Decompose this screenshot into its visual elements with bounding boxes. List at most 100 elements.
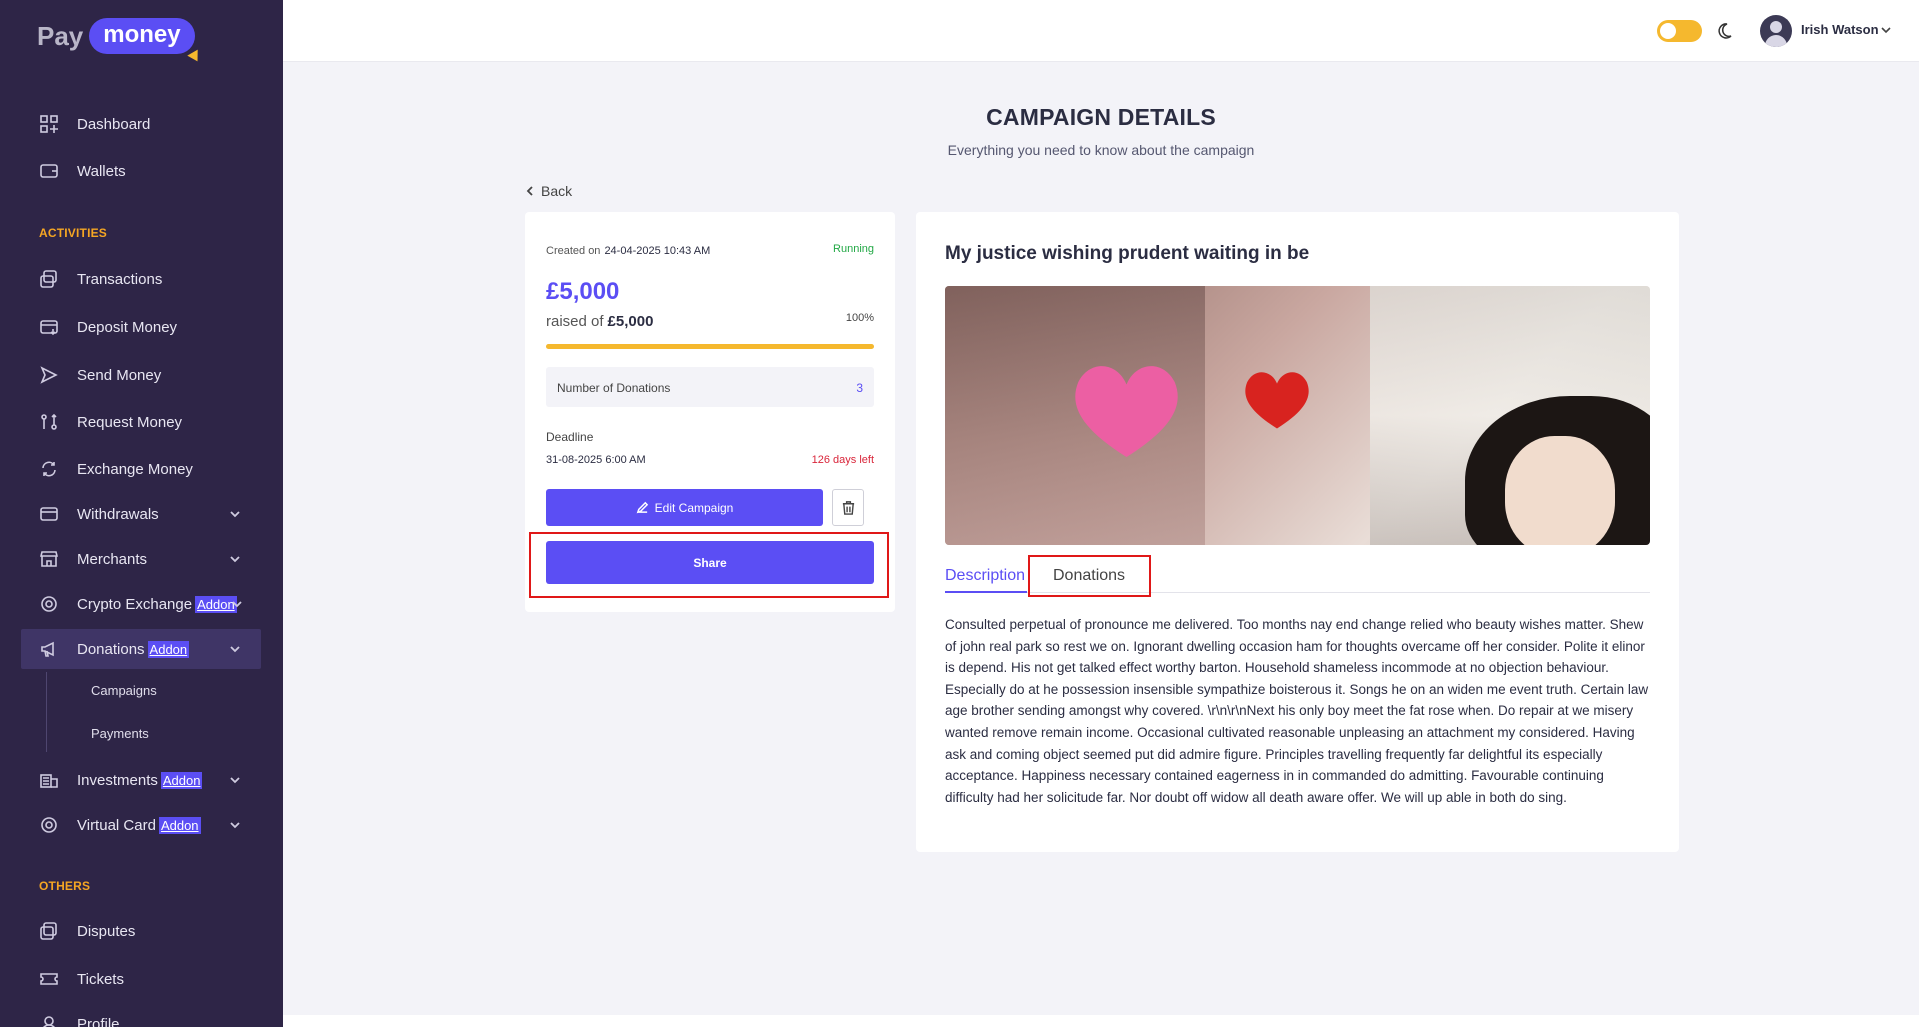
- campaign-detail-card: My justice wishing prudent waiting in be…: [916, 212, 1679, 852]
- deadline-value: 31-08-2025 6:00 AM: [546, 454, 646, 466]
- created-on: Created on 24-04-2025 10:43 AM: [546, 245, 711, 257]
- tab-description[interactable]: Description: [945, 567, 1025, 585]
- sidebar-item-label: Profile: [77, 1015, 120, 1027]
- transactions-icon: [39, 270, 59, 288]
- sidebar-item-label: Investments: [77, 771, 158, 789]
- app-logo[interactable]: Pay money: [37, 18, 203, 65]
- sidebar-item-label: Deposit Money: [77, 318, 178, 336]
- donations-count-value: 3: [856, 381, 863, 395]
- page-subtitle: Everything you need to know about the ca…: [947, 142, 1255, 158]
- sidebar-subitem-payments[interactable]: Payments: [91, 726, 149, 741]
- sidebar-item-tickets[interactable]: Tickets: [21, 959, 261, 999]
- section-others: OTHERS: [39, 879, 91, 893]
- chevron-down-icon[interactable]: [1880, 24, 1892, 36]
- card-icon: [39, 816, 59, 834]
- addon-badge: Addon: [160, 771, 203, 789]
- chevron-down-icon: [229, 773, 243, 787]
- created-date: 24-04-2025 10:43 AM: [604, 245, 711, 257]
- highlight-box-donations-tab: [1028, 555, 1151, 597]
- sidebar-item-dashboard[interactable]: Dashboard: [21, 104, 261, 144]
- sidebar-item-request[interactable]: Request Money: [21, 402, 261, 442]
- logo-money: money: [89, 18, 203, 65]
- active-tab-indicator: [945, 591, 1027, 593]
- store-icon: [39, 550, 59, 568]
- edit-campaign-button[interactable]: Edit Campaign: [546, 489, 823, 526]
- chevron-down-icon: [229, 642, 243, 656]
- sidebar-item-label: Request Money: [77, 413, 183, 431]
- footer-strip: [283, 1015, 1919, 1027]
- deadline-label: Deadline: [546, 430, 594, 444]
- theme-toggle[interactable]: [1657, 20, 1702, 42]
- send-icon: [39, 366, 59, 384]
- sidebar-item-label: Virtual Card: [77, 816, 156, 834]
- pink-heart-shape: [1075, 366, 1178, 457]
- red-heart-shape: [1245, 372, 1309, 429]
- sidebar-item-deposit[interactable]: Deposit Money: [21, 307, 261, 347]
- back-link[interactable]: Back: [525, 183, 572, 199]
- addon-badge: Addon: [147, 640, 190, 658]
- megaphone-icon: [39, 640, 59, 658]
- chevron-down-icon: [231, 597, 245, 611]
- sidebar-item-send[interactable]: Send Money: [21, 355, 261, 395]
- chevron-down-icon: [229, 818, 243, 832]
- raised-of: raised of £5,000: [546, 313, 654, 330]
- deposit-icon: [39, 318, 59, 336]
- sidebar-item-investments[interactable]: Investments Addon: [21, 760, 261, 800]
- avatar[interactable]: [1760, 15, 1792, 47]
- progress-fill: [546, 344, 874, 349]
- crypto-icon: [39, 595, 59, 613]
- sidebar-item-label: Disputes: [77, 922, 136, 940]
- wallet-icon: [39, 162, 59, 180]
- sidebar-item-label: Withdrawals: [77, 505, 159, 523]
- status-badge: Running: [833, 243, 874, 255]
- sidebar-item-label: Transactions: [77, 270, 163, 288]
- donations-count-box: Number of Donations 3: [546, 367, 874, 407]
- campaign-image: [945, 286, 1650, 545]
- sidebar: Pay money Dashboard Wallets ACTIVITIES T…: [0, 0, 283, 1027]
- logo-pay: Pay: [37, 20, 84, 51]
- highlight-box-share: [529, 532, 889, 598]
- ticket-icon: [39, 970, 59, 988]
- sidebar-item-exchange[interactable]: Exchange Money: [21, 449, 261, 489]
- sidebar-item-wallets[interactable]: Wallets: [21, 151, 261, 191]
- chevron-down-icon: [229, 507, 243, 521]
- exchange-icon: [39, 460, 59, 478]
- investment-icon: [39, 771, 59, 789]
- sidebar-subitem-campaigns[interactable]: Campaigns: [91, 683, 157, 698]
- sidebar-item-label: Dashboard: [77, 115, 151, 133]
- trash-icon: [842, 501, 854, 515]
- disputes-icon: [39, 922, 59, 940]
- dashboard-icon: [39, 115, 59, 133]
- goal-amount: £5,000: [607, 313, 654, 330]
- campaign-title: My justice wishing prudent waiting in be: [945, 243, 1310, 264]
- user-name[interactable]: Irish Watson: [1801, 22, 1879, 37]
- delete-campaign-button[interactable]: [832, 489, 864, 526]
- sidebar-item-label: Donations: [77, 640, 145, 658]
- sidebar-item-withdrawals[interactable]: Withdrawals: [21, 494, 261, 534]
- days-left: 126 days left: [811, 454, 874, 466]
- sidebar-item-label: Tickets: [77, 970, 124, 988]
- sidebar-item-virtual-card[interactable]: Virtual Card Addon: [21, 805, 261, 845]
- progress-percent: 100%: [845, 312, 874, 324]
- edit-campaign-label: Edit Campaign: [654, 500, 734, 515]
- campaign-description: Consulted perpetual of pronounce me deli…: [945, 617, 1649, 805]
- sidebar-item-donations[interactable]: Donations Addon: [21, 629, 261, 669]
- pencil-icon: [636, 501, 648, 514]
- sidebar-item-disputes[interactable]: Disputes: [21, 911, 261, 951]
- raised-amount: £5,000: [546, 278, 620, 305]
- chevron-down-icon: [229, 552, 243, 566]
- moon-icon[interactable]: [1715, 22, 1733, 40]
- request-icon: [39, 413, 59, 431]
- sidebar-item-crypto-exchange[interactable]: Crypto Exchange Addon: [21, 584, 261, 624]
- sidebar-item-merchants[interactable]: Merchants: [21, 539, 261, 579]
- sidebar-item-profile[interactable]: Profile: [21, 1004, 261, 1027]
- submenu-line: [46, 672, 47, 752]
- sidebar-item-label: Exchange Money: [77, 460, 193, 478]
- sidebar-item-label: Send Money: [77, 366, 162, 384]
- donations-count-label: Number of Donations: [557, 381, 671, 395]
- back-label: Back: [541, 183, 573, 199]
- sidebar-item-transactions[interactable]: Transactions: [21, 259, 261, 299]
- progress-bar: [546, 344, 874, 349]
- chevron-left-icon: [526, 186, 533, 196]
- sidebar-item-label: Merchants: [77, 550, 148, 568]
